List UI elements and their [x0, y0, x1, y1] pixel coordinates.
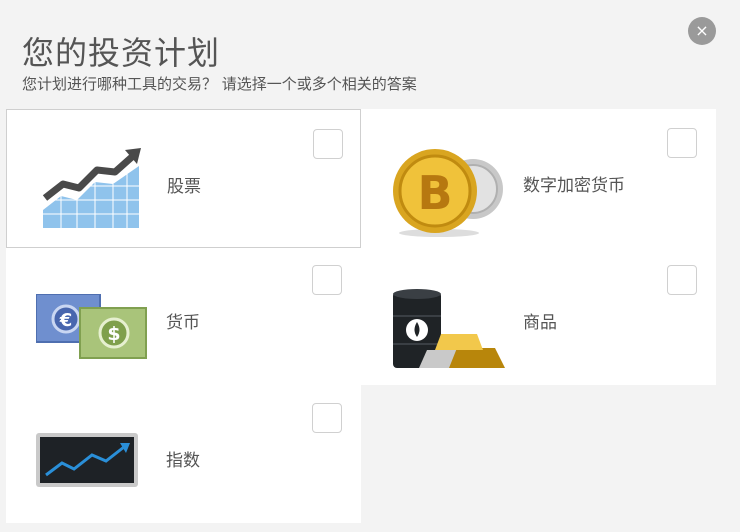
svg-text:B: B	[417, 166, 452, 220]
option-checkbox[interactable]	[667, 265, 697, 295]
index-chart-icon	[36, 433, 138, 487]
oil-and-gold-icon	[393, 289, 505, 368]
investment-plan-dialog: 您的投资计划 您计划进行哪种工具的交易？ 请选择一个或多个相关的答案 × 股票	[0, 0, 740, 532]
option-stocks[interactable]: 股票	[6, 109, 361, 248]
option-checkbox[interactable]	[312, 265, 342, 295]
option-label: 指数	[166, 451, 200, 471]
option-crypto[interactable]: B 数字加密货币	[361, 109, 716, 248]
close-button[interactable]: ×	[688, 17, 716, 45]
svg-text:$: $	[107, 323, 120, 345]
options-grid: 股票 B 数字加密货币 € $ 货币 商品 指数	[6, 109, 716, 523]
option-label: 股票	[167, 177, 201, 197]
option-label: 数字加密货币	[523, 176, 625, 196]
svg-text:€: €	[59, 310, 73, 331]
option-checkbox[interactable]	[313, 129, 343, 159]
dialog-title: 您的投资计划	[22, 34, 221, 72]
option-currency[interactable]: € $ 货币	[6, 248, 361, 385]
bitcoin-icon: B	[393, 149, 503, 237]
option-checkbox[interactable]	[667, 128, 697, 158]
dialog-subtitle: 您计划进行哪种工具的交易？ 请选择一个或多个相关的答案	[22, 75, 417, 93]
option-label: 货币	[166, 313, 200, 333]
option-label: 商品	[523, 313, 557, 333]
option-commodities[interactable]: 商品	[361, 248, 716, 385]
option-indices[interactable]: 指数	[6, 385, 361, 523]
currency-banknotes-icon: € $	[36, 294, 147, 359]
stock-chart-icon	[42, 148, 141, 228]
option-checkbox[interactable]	[312, 403, 342, 433]
close-icon: ×	[695, 21, 709, 40]
